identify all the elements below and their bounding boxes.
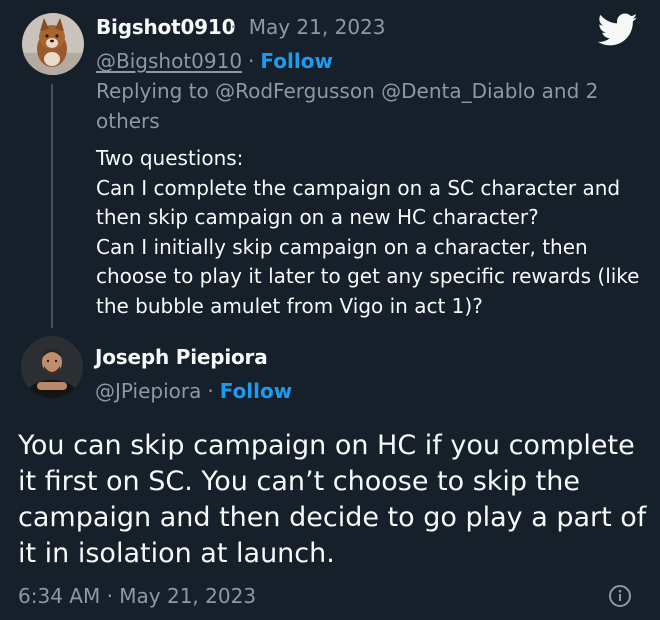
main-text-line: it first on SC. You can’t choose to skip…	[18, 466, 580, 497]
thread-connector-line	[51, 84, 53, 328]
reply-text-line: then skip campaign on a new HC character…	[96, 205, 539, 229]
separator-dot: ·	[248, 49, 255, 73]
reply-date-line: · May 21, 2023	[230, 15, 386, 39]
reply-text-line: choose to play it later to get any speci…	[96, 264, 640, 288]
replying-line: Replying to @RodFergusson @Denta_Diablo …	[96, 79, 599, 103]
main-text-line: You can skip campaign on HC if you compl…	[18, 430, 635, 461]
reply-date[interactable]: May 21, 2023	[243, 15, 386, 39]
reply-text-line: Can I complete the campaign on a SC char…	[96, 175, 621, 200]
reply-tweet-text: Two questions: Can I complete the campai…	[96, 144, 640, 321]
reply-author-name[interactable]: Bigshot0910	[96, 15, 236, 39]
reply-author-handle[interactable]: @Bigshot0910	[96, 49, 242, 73]
bigshot-avatar[interactable]	[22, 13, 84, 75]
reply-handle-line: @Bigshot0910 · Follow	[96, 49, 333, 73]
joseph-avatar[interactable]	[21, 336, 83, 398]
info-icon[interactable]	[608, 584, 632, 608]
reply-text-line: the bubble amulet from Vigo in act 1)?	[96, 293, 483, 318]
main-author-handle[interactable]: @JPiepiora	[95, 379, 201, 403]
replying-to-text[interactable]: Replying to @RodFergusson @Denta_Diablo …	[96, 76, 616, 136]
main-text-line: it in isolation at launch.	[18, 538, 335, 569]
embedded-tweet-card: Bigshot0910 · May 21, 2023 @Bigshot0910 ·…	[0, 0, 660, 620]
separator-dot: ·	[207, 379, 214, 403]
main-handle-line: @JPiepiora · Follow	[95, 379, 292, 403]
main-tweet-text: You can skip campaign on HC if you compl…	[18, 428, 648, 572]
twitter-bird-icon[interactable]	[597, 12, 638, 48]
separator-dot: ·	[230, 15, 237, 39]
main-text-line: campaign and then decide to go play a pa…	[18, 502, 647, 533]
reply-text-line: Two questions:	[96, 146, 244, 170]
tweet-timestamp[interactable]: 6:34 AM · May 21, 2023	[18, 584, 256, 608]
reply-text-line: Can I initially skip campaign on a chara…	[96, 234, 588, 259]
main-author-name[interactable]: Joseph Piepiora	[95, 345, 268, 369]
replying-line: others	[96, 109, 160, 133]
follow-bigshot-button[interactable]: Follow	[260, 49, 333, 73]
follow-joseph-button[interactable]: Follow	[220, 379, 293, 403]
